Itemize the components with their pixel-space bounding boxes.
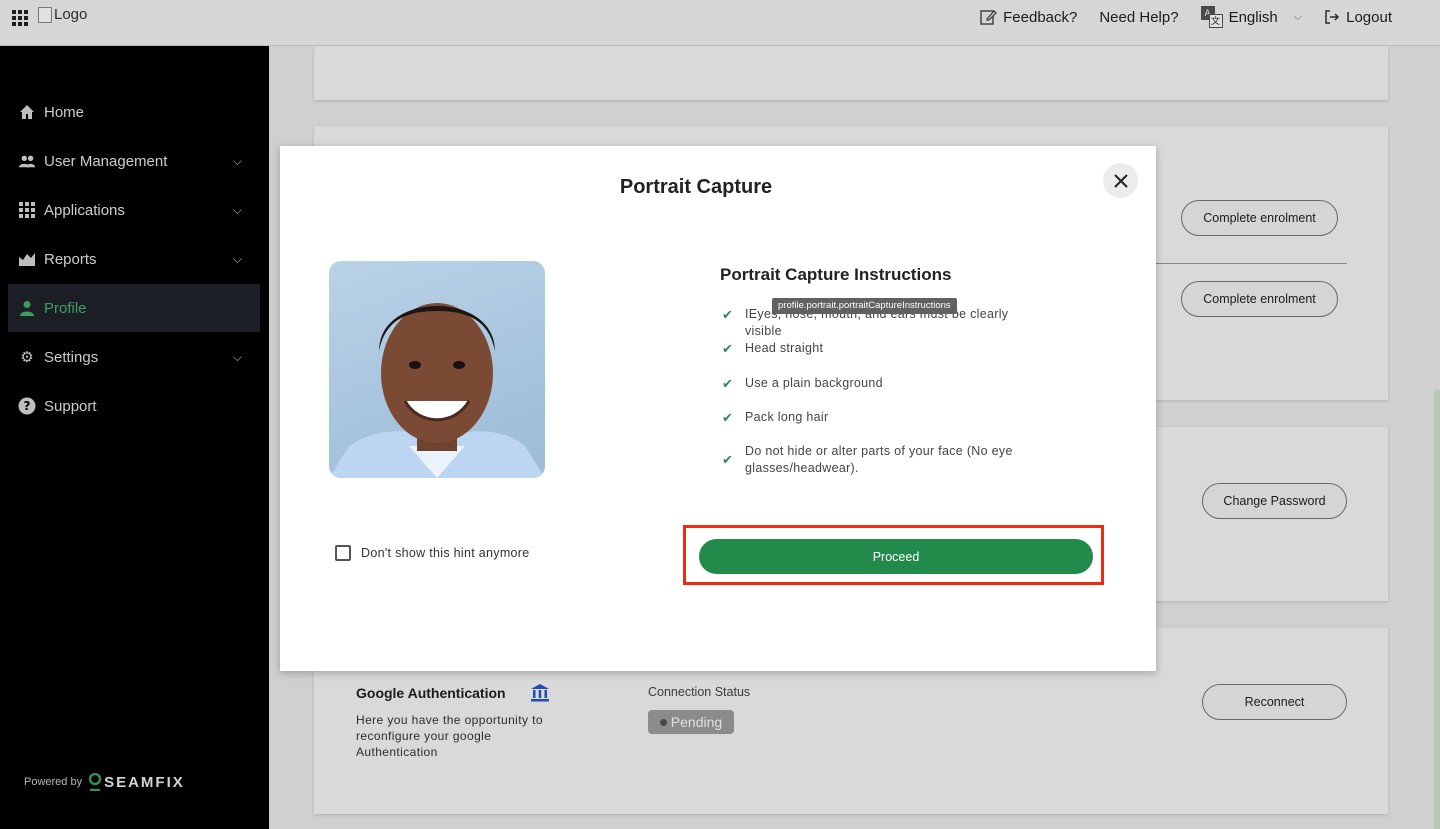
instruction-text: Do not hide or alter parts of your face …	[745, 444, 1013, 475]
checkbox-icon[interactable]	[335, 545, 351, 561]
list-item: ✔ Do not hide or alter parts of your fac…	[722, 443, 1045, 477]
scrollbar[interactable]	[1434, 390, 1440, 829]
portrait-sample-image	[329, 261, 545, 478]
hint-label: Don't show this hint anymore	[361, 546, 530, 560]
check-icon: ✔	[722, 376, 734, 391]
check-icon: ✔	[722, 410, 734, 425]
instruction-text: Use a plain background	[745, 376, 883, 390]
close-icon	[1113, 173, 1128, 188]
dialog-title: Portrait Capture	[619, 176, 773, 198]
proceed-button[interactable]: Proceed	[699, 539, 1093, 574]
close-button[interactable]	[1103, 163, 1138, 198]
list-item: ✔ Pack long hair	[722, 409, 1045, 426]
tooltip: profile.portrait.portraitCaptureInstruct…	[772, 298, 957, 314]
dont-show-hint-checkbox[interactable]: Don't show this hint anymore	[335, 545, 530, 561]
list-item: ✔ Head straight	[722, 340, 1045, 357]
check-icon: ✔	[722, 452, 734, 467]
instruction-text: Pack long hair	[745, 410, 829, 424]
check-icon: ✔	[722, 307, 734, 322]
instruction-text: Head straight	[745, 341, 824, 355]
list-item: ✔ Use a plain background	[722, 375, 1045, 392]
instructions-title: Portrait Capture Instructions	[720, 265, 952, 284]
portrait-capture-dialog: Portrait Capture Portrait Capture Instru…	[280, 146, 1156, 671]
check-icon: ✔	[722, 341, 734, 356]
